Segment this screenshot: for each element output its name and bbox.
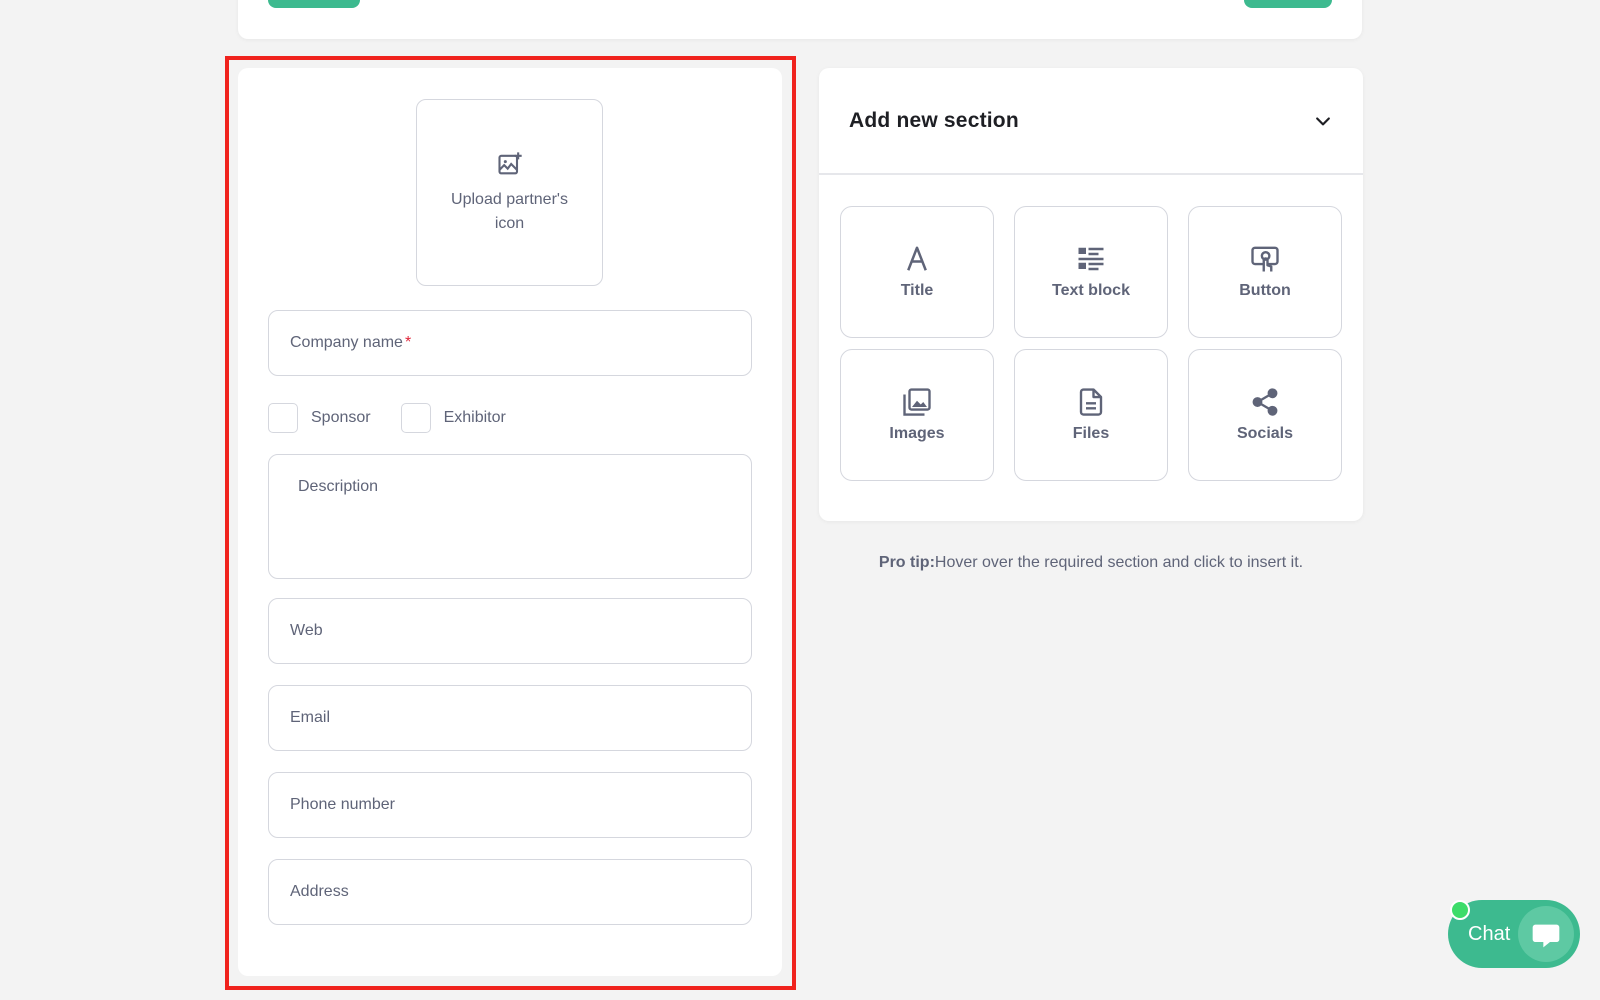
files-section-tile[interactable]: Files xyxy=(1014,349,1168,481)
sponsor-checkbox[interactable] xyxy=(268,403,298,433)
file-icon xyxy=(1079,388,1103,416)
online-status-dot xyxy=(1450,900,1470,920)
add-image-icon xyxy=(497,151,522,174)
web-placeholder: Web xyxy=(290,622,323,639)
pro-tip-prefix: Pro tip: xyxy=(878,554,935,571)
button-section-tile[interactable]: Button xyxy=(1188,206,1342,338)
company-name-placeholder: Company name xyxy=(290,334,403,351)
top-right-button[interactable] xyxy=(1244,0,1332,8)
company-name-input[interactable]: Company name * xyxy=(268,310,752,376)
exhibitor-option[interactable]: Exhibitor xyxy=(400,403,506,433)
pro-tip-text: Hover over the required section and clic… xyxy=(934,554,1304,571)
add-section-toggle[interactable]: Add new section xyxy=(819,68,1363,175)
socials-tile-label: Socials xyxy=(1236,425,1294,442)
socials-section-tile[interactable]: Socials xyxy=(1188,349,1342,481)
images-tile-label: Images xyxy=(889,425,945,442)
top-left-button[interactable] xyxy=(268,0,360,8)
text-block-tile-label: Text block xyxy=(1052,282,1130,299)
phone-number-input[interactable]: Phone number xyxy=(268,772,752,838)
partner-form-card: Upload partner's icon Company name * Spon… xyxy=(238,68,782,976)
chat-label: Chat xyxy=(1468,922,1511,945)
section-panel-title: Add new section xyxy=(849,108,1019,132)
email-input[interactable]: Email xyxy=(268,685,752,751)
title-icon xyxy=(907,246,927,271)
pro-tip: Pro tip:Hover over the required section … xyxy=(819,554,1363,572)
description-placeholder: Description xyxy=(298,478,379,495)
images-section-tile[interactable]: Images xyxy=(840,349,994,481)
text-block-section-tile[interactable]: Text block xyxy=(1014,206,1168,338)
description-textarea[interactable]: Description xyxy=(268,454,752,579)
web-input[interactable]: Web xyxy=(268,598,752,664)
text-block-icon xyxy=(1078,247,1104,271)
required-marker: * xyxy=(404,334,412,351)
upload-icon-button[interactable]: Upload partner's icon xyxy=(416,99,603,286)
files-tile-label: Files xyxy=(1072,425,1110,442)
sponsor-label: Sponsor xyxy=(311,409,371,426)
button-icon xyxy=(1251,246,1279,272)
images-icon xyxy=(903,388,931,416)
chat-button[interactable]: Chat xyxy=(1448,900,1580,968)
exhibitor-checkbox[interactable] xyxy=(400,403,431,433)
upload-label: Upload partner's icon xyxy=(451,190,568,232)
sponsor-option[interactable]: Sponsor xyxy=(268,403,371,433)
exhibitor-label: Exhibitor xyxy=(443,409,506,426)
address-input[interactable]: Address xyxy=(268,859,752,925)
email-placeholder: Email xyxy=(290,709,331,726)
button-tile-label: Button xyxy=(1239,282,1291,299)
chevron-down-icon xyxy=(1313,111,1333,131)
phone-placeholder: Phone number xyxy=(290,796,395,813)
section-tiles: Title Text block Button Images Files Soc… xyxy=(840,206,1342,481)
title-section-tile[interactable]: Title xyxy=(840,206,994,338)
title-tile-label: Title xyxy=(900,282,934,299)
top-action-bar xyxy=(238,0,1362,39)
share-icon xyxy=(1252,388,1278,416)
add-section-panel: Add new section Title Text block Button … xyxy=(819,68,1363,521)
address-placeholder: Address xyxy=(290,883,349,900)
partner-type-checkboxes: Sponsor Exhibitor xyxy=(268,403,536,433)
chat-bubble-icon xyxy=(1518,906,1574,962)
